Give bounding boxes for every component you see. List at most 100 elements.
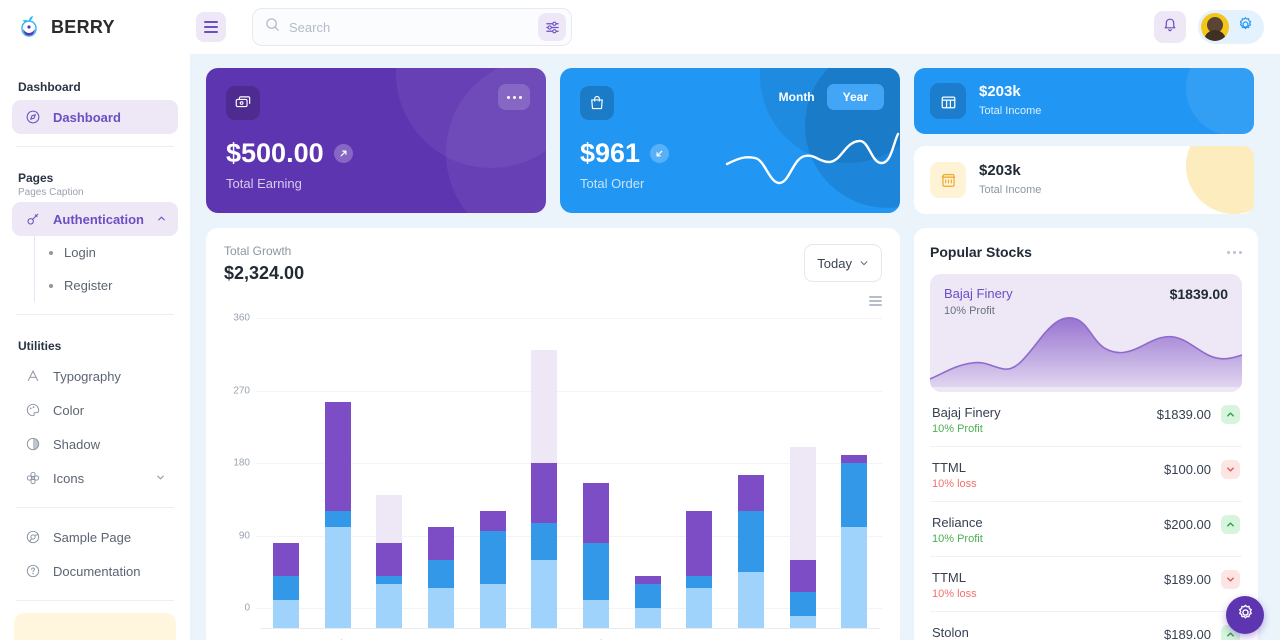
total-income-white-card[interactable]: $203k Total Income <box>914 146 1254 214</box>
trend-down-icon <box>650 144 669 163</box>
profile-menu-button[interactable] <box>1198 10 1264 44</box>
chevron-down-icon <box>1221 570 1240 589</box>
sidebar-item-login[interactable]: Login <box>35 236 178 269</box>
chart-bar-segment <box>428 527 454 559</box>
chart-bar-segment <box>583 483 609 543</box>
sidebar-item-documentation[interactable]: Documentation <box>12 554 178 588</box>
stock-row[interactable]: TTML10% loss$100.00 <box>930 447 1242 502</box>
store-icon <box>930 83 966 119</box>
stocks-header: Popular Stocks <box>930 244 1242 260</box>
stock-row[interactable]: Reliance10% Profit$200.00 <box>930 502 1242 557</box>
earning-card-menu-button[interactable] <box>498 84 530 110</box>
decor-circle <box>1186 146 1254 214</box>
chart-bar-segment <box>583 600 609 628</box>
chart-bar-column[interactable] <box>725 338 777 628</box>
sidebar-item-authentication[interactable]: Authentication <box>12 202 178 236</box>
stock-row[interactable]: Bajaj Finery10% Profit$1839.00 <box>930 392 1242 447</box>
chart-bar-segment <box>273 600 299 628</box>
stock-value-group: $200.00 <box>1164 515 1240 534</box>
chart-bar-column[interactable] <box>312 338 364 628</box>
chart-menu-line <box>869 300 882 302</box>
total-earning-card[interactable]: $500.00 Total Earning <box>206 68 546 213</box>
income-cards-column: $203k Total Income <box>914 68 1254 214</box>
chart-bar-stack <box>325 402 351 628</box>
total-income-blue-card[interactable]: $203k Total Income <box>914 68 1254 134</box>
chart-bar-column[interactable] <box>415 338 467 628</box>
sidebar-divider <box>16 507 174 508</box>
stock-info: Stolon10% Profit <box>932 625 983 640</box>
chart-y-tick-label: 180 <box>224 458 250 469</box>
berry-logo-icon <box>16 14 42 40</box>
settings-fab-button[interactable] <box>1226 596 1264 634</box>
notifications-button[interactable] <box>1154 11 1186 43</box>
sidebar-item-color[interactable]: Color <box>12 393 178 427</box>
chrome-icon <box>24 529 41 546</box>
avatar <box>1201 13 1229 41</box>
toggle-year-button[interactable]: Year <box>827 84 884 110</box>
search-bar[interactable] <box>252 8 572 46</box>
sidebar-item-label: Color <box>53 403 84 418</box>
chart-bar-column[interactable] <box>673 338 725 628</box>
chart-bar-column[interactable] <box>260 338 312 628</box>
chart-bar-column[interactable] <box>518 338 570 628</box>
chart-bar-segment <box>325 527 351 628</box>
chart-bar-segment <box>686 588 712 628</box>
chart-bar-segment <box>273 576 299 600</box>
stat-cards-row: $500.00 Total Earning Month Year <box>206 68 1264 214</box>
sidebar-promo-card[interactable] <box>14 613 176 640</box>
chart-bar-column[interactable] <box>622 338 674 628</box>
stock-name: TTML <box>932 460 977 475</box>
chart-bar-column[interactable] <box>467 338 519 628</box>
sidebar-item-shadow[interactable]: Shadow <box>12 427 178 461</box>
chart-bar-segment <box>841 527 867 628</box>
search-icon <box>265 17 280 37</box>
search-input[interactable] <box>280 20 538 35</box>
stock-name: Stolon <box>932 625 983 640</box>
sidebar-item-typography[interactable]: Typography <box>12 359 178 393</box>
search-filter-button[interactable] <box>538 13 566 41</box>
sidebar-item-dashboard[interactable]: Dashboard <box>12 100 178 134</box>
chart-bar-stack <box>635 576 661 628</box>
chart-bar-column[interactable] <box>777 338 829 628</box>
chevron-up-icon <box>1221 405 1240 424</box>
chart-bar-stack <box>583 483 609 628</box>
chart-menu-line <box>869 304 882 306</box>
total-growth-card: Total Growth $2,324.00 Today <box>206 228 900 640</box>
toggle-month-button[interactable]: Month <box>775 84 819 110</box>
chart-bar-column[interactable] <box>570 338 622 628</box>
chart-bar-segment <box>531 560 557 628</box>
popular-stocks-card: Popular Stocks Bajaj Finery $1839.00 10%… <box>914 228 1258 640</box>
sidebar-section-caption: Pages Caption <box>12 187 178 202</box>
compass-icon <box>24 109 41 126</box>
chart-bar-stack <box>531 350 557 628</box>
stock-change: 10% loss <box>932 588 977 600</box>
chart-bar-stack <box>480 511 506 628</box>
sidebar-toggle-button[interactable] <box>196 12 226 42</box>
chart-bar-column[interactable] <box>363 338 415 628</box>
stock-row[interactable]: Stolon10% Profit$189.00 <box>930 612 1242 640</box>
sidebar-item-register[interactable]: Register <box>35 269 178 302</box>
income-white-text: $203k Total Income <box>979 162 1041 198</box>
settings-gear-icon[interactable] <box>1237 16 1254 38</box>
stock-row[interactable]: TTML10% loss$189.00 <box>930 557 1242 612</box>
question-icon <box>24 563 41 580</box>
income-white-label: Total Income <box>979 184 1041 196</box>
chevron-down-icon <box>155 471 166 486</box>
dots-icon-dot <box>1239 251 1242 254</box>
featured-stock-card[interactable]: Bajaj Finery $1839.00 10% Profit <box>930 274 1242 392</box>
chart-bar-column[interactable] <box>828 338 880 628</box>
order-amount: $961 <box>580 138 640 169</box>
dashboard-page: BERRY <box>0 0 1280 640</box>
chart-bar-segment <box>738 511 764 571</box>
chart-bar-segment <box>686 511 712 575</box>
chart-bar-stack <box>841 455 867 628</box>
chart-bar-segment <box>635 576 661 584</box>
chart-menu-icon[interactable] <box>869 296 882 306</box>
chart-bar-segment <box>841 463 867 527</box>
sidebar-item-sample-page[interactable]: Sample Page <box>12 520 178 554</box>
total-order-card[interactable]: Month Year $961 Total Order <box>560 68 900 213</box>
growth-period-dropdown[interactable]: Today <box>804 244 882 282</box>
stocks-menu-button[interactable] <box>1227 251 1242 254</box>
sidebar-item-icons[interactable]: Icons <box>12 461 178 495</box>
decor-circle <box>1186 68 1254 134</box>
